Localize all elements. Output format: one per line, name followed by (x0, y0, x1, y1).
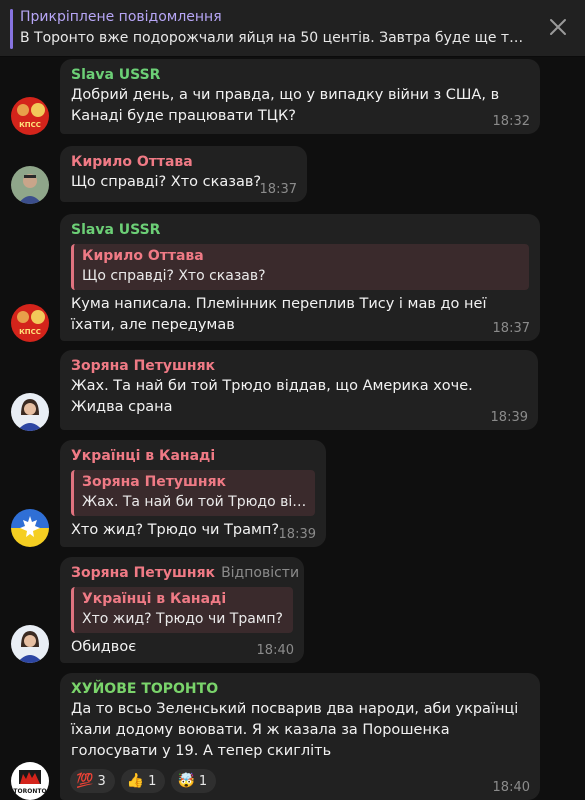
message-bubble[interactable]: Зоряна Петушняк Жах. Та най би той Трюдо… (60, 350, 538, 430)
message-time: 18:39 (278, 527, 316, 542)
avatar-kpss-label: КПСС (19, 121, 41, 129)
message-bubble[interactable]: Slava USSR Кирило Оттава Що справді? Хто… (60, 214, 540, 341)
reaction-count: 1 (198, 773, 208, 789)
message-text: Кума написала. Племінник переплив Тису і… (71, 296, 487, 333)
pinned-title: Прикріплене повідомлення (20, 9, 222, 25)
sender-name-text: Зоряна Петушняк (71, 565, 216, 581)
reaction-exploding-head[interactable]: 🤯 1 (171, 769, 217, 793)
message-text: Жах. Та най би той Трюдо віддав, що Амер… (71, 378, 473, 415)
thumbs-up-icon: 👍 (126, 773, 145, 789)
reaction-thumbs-up[interactable]: 👍 1 (120, 769, 166, 793)
reaction-hundred[interactable]: 💯 3 (70, 769, 115, 793)
reply-action-link[interactable]: Відповісти (221, 565, 299, 581)
reaction-count: 1 (148, 773, 157, 789)
close-icon[interactable] (547, 16, 569, 38)
reply-quote[interactable]: Зоряна Петушняк Жах. Та най би той Трюдо… (71, 470, 315, 516)
message-bubble[interactable]: Українці в Канаді Зоряна Петушняк Жах. Т… (60, 440, 326, 547)
reply-quote[interactable]: Кирило Оттава Що справді? Хто сказав? (71, 244, 529, 290)
hundred-icon: 💯 (76, 773, 94, 789)
avatar-kyrylo[interactable] (11, 166, 49, 204)
message-text: Добрий день, а чи правда, що у випадку в… (71, 87, 500, 124)
sender-name[interactable]: Slava USSR (71, 220, 529, 240)
message-bubble[interactable]: Slava USSR Добрий день, а чи правда, що … (60, 59, 540, 134)
message-bubble[interactable]: Кирило Оттава Що справді? Хто сказав? 18… (60, 146, 307, 202)
avatar-zoriana[interactable] (11, 393, 49, 431)
avatar-kpss[interactable]: КПСС (11, 97, 49, 135)
reply-quote[interactable]: Українці в Канаді Хто жид? Трюдо чи Трам… (71, 587, 293, 633)
message-time: 18:40 (256, 643, 294, 658)
reply-author: Зоряна Петушняк (82, 474, 227, 490)
sender-name[interactable]: Кирило Оттава (71, 152, 296, 172)
message-bubble[interactable]: ХУЙОВЕ ТОРОНТО Да то всьо Зеленський пос… (60, 673, 540, 800)
sender-name[interactable]: ХУЙОВЕ ТОРОНТО (71, 679, 529, 699)
reply-author: Українці в Канаді (82, 591, 227, 607)
message-time: 18:37 (259, 182, 297, 197)
reply-text: Жах. Та най би той Трюдо від... (82, 494, 307, 510)
sender-name[interactable]: Зоряна Петушняк Відповісти (71, 563, 299, 583)
sender-name[interactable]: Українці в Канаді (71, 446, 315, 466)
message-time: 18:37 (492, 321, 530, 336)
message-time: 18:32 (492, 114, 530, 129)
pinned-text: В Торонто вже подорожчали яйця на 50 цен… (20, 30, 530, 46)
avatar-kpss-label: КПСС (19, 328, 41, 336)
message-text: Да то всьо Зеленський посварив два народ… (71, 701, 519, 759)
message-bubble[interactable]: Зоряна Петушняк Відповісти Українці в Кан… (60, 557, 304, 663)
sender-name[interactable]: Slava USSR (71, 65, 529, 85)
avatar-ukraintsi[interactable] (11, 509, 49, 547)
reactions-row: 💯 3 👍 1 🤯 1 (70, 769, 217, 793)
reply-text: Що справді? Хто сказав? (82, 268, 266, 284)
exploding-head-icon: 🤯 (177, 773, 195, 789)
sender-name[interactable]: Зоряна Петушняк (71, 356, 527, 376)
avatar-toronto[interactable]: TORONTO (11, 762, 49, 800)
reaction-count: 3 (97, 773, 106, 789)
message-time: 18:39 (490, 410, 528, 425)
message-time: 18:40 (492, 780, 530, 795)
avatar-zoriana[interactable] (11, 625, 49, 663)
pinned-message-bar[interactable]: Прикріплене повідомлення В Торонто вже п… (0, 0, 585, 57)
pinned-accent-bar (10, 9, 13, 49)
avatar-kpss[interactable]: КПСС (11, 304, 49, 342)
avatar-toronto-label: TORONTO (13, 788, 46, 795)
reply-author: Кирило Оттава (82, 248, 204, 264)
reply-text: Хто жид? Трюдо чи Трамп? (82, 611, 283, 627)
